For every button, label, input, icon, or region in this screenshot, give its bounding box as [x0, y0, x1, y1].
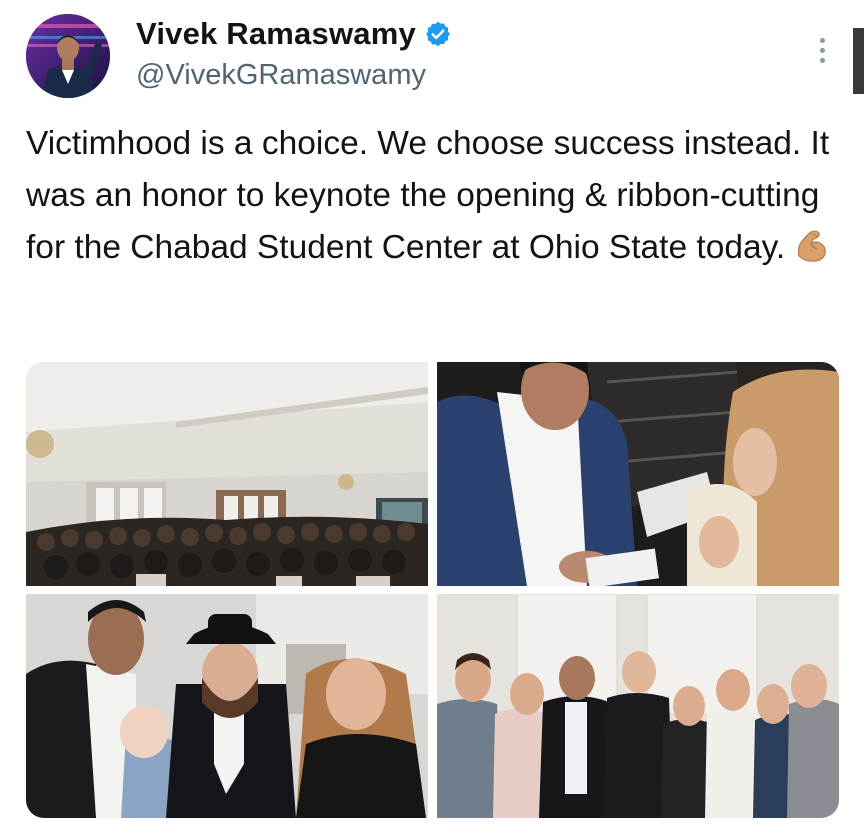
more-dot [819, 57, 825, 63]
author-display-name[interactable]: Vivek Ramaswamy [136, 16, 452, 52]
more-vertical-icon [819, 37, 825, 43]
scrollbar-thumb[interactable] [853, 28, 864, 94]
author-avatar[interactable] [26, 14, 110, 98]
photo-group-with-baby[interactable] [26, 594, 428, 818]
photo-group-of-students[interactable] [437, 594, 839, 818]
photo-autograph-signing[interactable] [437, 362, 839, 586]
audience-hall-image [26, 362, 428, 586]
verified-badge-icon [424, 20, 452, 48]
group-with-baby-image [26, 594, 428, 818]
more-options-button[interactable] [808, 30, 836, 70]
flexed-biceps-icon [791, 226, 831, 266]
group-of-students-image [437, 594, 839, 818]
author-handle[interactable]: @VivekGRamaswamy [136, 59, 426, 92]
profile-photo-icon [26, 14, 110, 98]
tweet-body: Victimhood is a choice. We choose succes… [26, 125, 830, 266]
photo-audience-hall[interactable] [26, 362, 428, 586]
media-grid [26, 362, 839, 818]
more-dot [819, 47, 825, 53]
autograph-signing-image [437, 362, 839, 586]
tweet-text: Victimhood is a choice. We choose succes… [26, 118, 844, 274]
author-name-text[interactable]: Vivek Ramaswamy [136, 16, 416, 52]
